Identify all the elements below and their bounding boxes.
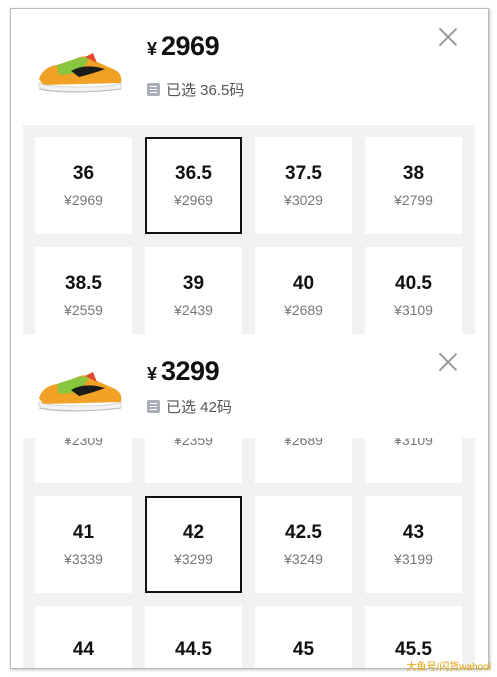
tag-icon bbox=[147, 83, 160, 96]
size-option[interactable]: 36 ¥2969 bbox=[35, 137, 132, 234]
size-value: 42 bbox=[182, 522, 205, 543]
size-option[interactable]: 36.5 ¥2969 bbox=[145, 137, 242, 234]
watermark: 大鱼号/闪货wahool bbox=[406, 662, 491, 673]
size-picker-panel-2: ¥ 3299 已选 42码 ¥2309 ¥2359 ¥2689 ¥3109 41 ¥333… bbox=[11, 334, 488, 668]
size-price: ¥3339 bbox=[64, 551, 103, 567]
size-value: 38 bbox=[402, 163, 425, 184]
size-option[interactable]: 38.5 ¥2559 bbox=[35, 247, 132, 334]
size-option[interactable]: 40 ¥2689 bbox=[255, 247, 352, 334]
size-value: 45.5 bbox=[395, 639, 432, 660]
price-display: ¥ 2969 bbox=[147, 31, 220, 62]
size-value: 41 bbox=[72, 522, 95, 543]
tag-icon bbox=[147, 400, 160, 413]
size-price: ¥3249 bbox=[284, 551, 323, 567]
size-option[interactable]: 44.5 bbox=[145, 606, 242, 668]
size-price: ¥2799 bbox=[394, 192, 433, 208]
size-grid-area: ¥2309 ¥2359 ¥2689 ¥3109 41 ¥3339 42 ¥3299 42.5 ¥3… bbox=[23, 438, 475, 668]
size-option[interactable]: 42.5 ¥3249 bbox=[255, 496, 352, 593]
sneaker-image bbox=[35, 342, 127, 430]
size-price: ¥3109 bbox=[394, 302, 433, 318]
selected-price: 2969 bbox=[161, 31, 220, 61]
size-price: ¥2439 bbox=[174, 302, 213, 318]
size-option[interactable]: ¥2309 bbox=[35, 438, 132, 483]
size-option[interactable]: ¥3109 bbox=[365, 438, 462, 483]
selected-size-info: 已选 36.5码 bbox=[147, 79, 244, 100]
size-value: 36 bbox=[72, 163, 95, 184]
currency-symbol: ¥ bbox=[147, 364, 158, 384]
size-value: 37.5 bbox=[285, 163, 322, 184]
product-header: ¥ 2969 已选 36.5码 bbox=[11, 9, 488, 125]
size-option[interactable]: 42 ¥3299 bbox=[145, 496, 242, 593]
price-display: ¥ 3299 bbox=[147, 356, 220, 387]
size-value: 45 bbox=[292, 639, 315, 660]
size-grid: ¥2309 ¥2359 ¥2689 ¥3109 41 ¥3339 42 ¥3299 42.5 ¥3… bbox=[35, 438, 462, 668]
size-picker-panel-1: ¥ 2969 已选 36.5码 36 ¥2969 36.5 ¥2969 37.5 ¥302… bbox=[11, 9, 488, 334]
size-option[interactable]: ¥2359 bbox=[145, 438, 242, 483]
size-option[interactable]: 41 ¥3339 bbox=[35, 496, 132, 593]
size-option[interactable]: 40.5 ¥3109 bbox=[365, 247, 462, 334]
size-option[interactable]: 45 bbox=[255, 606, 352, 668]
screenshot-frame: ¥ 2969 已选 36.5码 36 ¥2969 36.5 ¥2969 37.5 ¥302… bbox=[10, 8, 489, 669]
size-price: ¥3029 bbox=[284, 192, 323, 208]
selected-price: 3299 bbox=[161, 356, 220, 386]
selected-size-label: 已选 36.5码 bbox=[166, 82, 245, 99]
size-value: 43 bbox=[402, 522, 425, 543]
size-price: ¥2559 bbox=[64, 302, 103, 318]
currency-symbol: ¥ bbox=[147, 39, 158, 59]
size-price: ¥2689 bbox=[284, 302, 323, 318]
sneaker-image bbox=[35, 23, 127, 111]
size-value: 44 bbox=[72, 639, 95, 660]
size-value: 36.5 bbox=[175, 163, 212, 184]
size-price: ¥3199 bbox=[394, 551, 433, 567]
size-value: 39 bbox=[182, 273, 205, 294]
size-value: 38.5 bbox=[65, 273, 102, 294]
size-price: ¥2969 bbox=[174, 192, 213, 208]
size-value: 42.5 bbox=[285, 522, 322, 543]
size-price: ¥2969 bbox=[64, 192, 103, 208]
size-option[interactable]: 37.5 ¥3029 bbox=[255, 137, 352, 234]
selected-size-label: 已选 42码 bbox=[166, 399, 232, 416]
size-price: ¥2309 bbox=[64, 438, 103, 448]
size-value: 44.5 bbox=[175, 639, 212, 660]
size-price: ¥3109 bbox=[394, 438, 433, 448]
size-value: 40.5 bbox=[395, 273, 432, 294]
size-price: ¥2689 bbox=[284, 438, 323, 448]
size-grid: 36 ¥2969 36.5 ¥2969 37.5 ¥3029 38 ¥2799 38.5 ¥255… bbox=[35, 137, 462, 334]
close-icon[interactable] bbox=[438, 27, 458, 47]
size-option[interactable]: 44 bbox=[35, 606, 132, 668]
size-grid-area: 36 ¥2969 36.5 ¥2969 37.5 ¥3029 38 ¥2799 38.5 ¥255… bbox=[23, 125, 475, 334]
product-header: ¥ 3299 已选 42码 bbox=[11, 334, 488, 438]
selected-size-info: 已选 42码 bbox=[147, 396, 232, 417]
size-option[interactable]: ¥2689 bbox=[255, 438, 352, 483]
size-option[interactable]: 38 ¥2799 bbox=[365, 137, 462, 234]
close-icon[interactable] bbox=[438, 352, 458, 372]
size-value: 40 bbox=[292, 273, 315, 294]
size-price: ¥2359 bbox=[174, 438, 213, 448]
size-option[interactable]: 43 ¥3199 bbox=[365, 496, 462, 593]
size-price: ¥3299 bbox=[174, 551, 213, 567]
size-option[interactable]: 39 ¥2439 bbox=[145, 247, 242, 334]
